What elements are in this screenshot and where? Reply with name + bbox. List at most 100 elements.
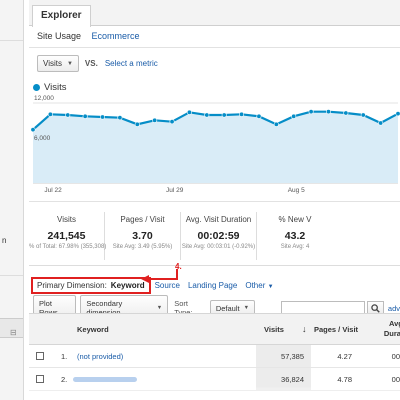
chart-point xyxy=(152,117,158,123)
sort-type-value: Default xyxy=(215,303,240,313)
table-header: Keyword Visits ↓ Pages / Visit Avg. Dura… xyxy=(29,313,400,345)
chart-x-tick-label: Aug 5 xyxy=(288,187,305,194)
row-visits: 36,824 xyxy=(281,375,304,384)
scorecard-subtext: Site Avg: 4 xyxy=(280,244,310,250)
metric-dropdown[interactable]: Visits ▼ xyxy=(37,55,79,72)
left-navigation-edge: n ⊟ xyxy=(0,0,24,400)
column-header-visits[interactable]: Visits xyxy=(264,325,284,334)
tab-bar: Explorer xyxy=(29,0,400,27)
chart-legend: Visits xyxy=(33,82,67,93)
redacted-keyword[interactable] xyxy=(73,377,137,382)
scorecard-pages-visit[interactable]: Pages / Visit 3.70 Site Avg: 3.49 (5.95%… xyxy=(105,212,181,260)
select-a-metric-link[interactable]: Select a metric xyxy=(105,59,158,68)
divider xyxy=(29,47,400,48)
chart-point xyxy=(134,121,140,127)
chart-point xyxy=(325,109,331,115)
chart-point xyxy=(117,115,123,121)
row-duration: 00 xyxy=(391,375,400,384)
metric-group-tabs: Site Usage Ecommerce xyxy=(37,31,148,41)
divider xyxy=(29,201,400,202)
search-icon xyxy=(371,303,380,313)
chart-point xyxy=(221,112,227,118)
subtab-site-usage[interactable]: Site Usage xyxy=(37,31,81,41)
visits-chart[interactable]: 12,000 6,000 Jul 22 Jul 29 Aug 5 xyxy=(29,95,400,200)
row-checkbox[interactable] xyxy=(36,352,44,360)
chevron-down-icon: ▼ xyxy=(243,305,250,311)
scorecard-subtext: Site Avg: 00:03:01 (-0.92%) xyxy=(181,244,256,250)
row-index: 2. xyxy=(61,375,68,384)
scorecard-label: Pages / Visit xyxy=(120,215,165,224)
scorecard-avg-visit-duration[interactable]: Avg. Visit Duration 00:02:59 Site Avg: 0… xyxy=(181,212,257,260)
scorecard-value: 00:02:59 xyxy=(197,230,240,242)
dimension-keyword[interactable]: Keyword xyxy=(111,281,145,290)
scorecard-visits[interactable]: Visits 241,545 % of Total: 67.98% (355,3… xyxy=(29,212,107,260)
chevron-down-icon: ▼ xyxy=(66,60,73,67)
chart-point xyxy=(291,113,297,119)
chart-point xyxy=(239,111,245,117)
chart-area-fill xyxy=(33,111,398,183)
dimension-other-label: Other xyxy=(245,281,266,290)
nav-divider xyxy=(0,40,23,41)
chart-point xyxy=(256,113,262,119)
row-pages-visit: 4.27 xyxy=(337,352,352,361)
row-checkbox[interactable] xyxy=(36,375,44,383)
scorecard-label: Avg. Visit Duration xyxy=(185,215,252,224)
sort-arrow-icon: ↓ xyxy=(302,324,307,334)
chart-point xyxy=(204,112,210,118)
scorecard-subtext: Site Avg: 3.49 (5.95%) xyxy=(112,244,173,250)
explorer-panel: Explorer Site Usage Ecommerce Visits ▼ V… xyxy=(29,0,400,400)
chart-point xyxy=(82,113,88,119)
chevron-down-icon: ▼ xyxy=(267,284,274,290)
scorecard-subtext: % of Total: 67.98% (355,308) xyxy=(29,244,107,250)
legend-series-label: Visits xyxy=(44,82,67,93)
primary-dimension-label: Primary Dimension: xyxy=(37,281,107,290)
primary-dimension-row: Primary Dimension: Keyword Source Landin… xyxy=(31,277,282,294)
data-table: Keyword Visits ↓ Pages / Visit Avg. Dura… xyxy=(29,313,400,391)
chart-point xyxy=(378,120,384,126)
scorecard-value: 43.2 xyxy=(284,230,306,242)
scorecard-value: 3.70 xyxy=(132,230,153,242)
chart-point xyxy=(47,111,53,117)
collapse-icon[interactable]: ⊟ xyxy=(10,328,17,337)
tab-explorer[interactable]: Explorer xyxy=(32,5,91,27)
chart-point xyxy=(65,112,71,118)
summary-scorecards: Visits 241,545 % of Total: 67.98% (355,3… xyxy=(29,212,400,262)
subtab-ecommerce[interactable]: Ecommerce xyxy=(92,31,140,41)
chart-point xyxy=(273,121,279,127)
vs-label: VS. xyxy=(84,59,98,68)
dimension-landing-page[interactable]: Landing Page xyxy=(188,281,237,290)
metric-selector-row: Visits ▼ VS. Select a metric xyxy=(37,55,158,72)
scorecard-new-visits[interactable]: % New V 43.2 Site Avg: 4 xyxy=(257,212,333,260)
chart-point xyxy=(30,127,36,133)
advanced-filter-link[interactable]: adv xyxy=(388,304,400,313)
chart-point xyxy=(395,111,400,117)
column-header-avg-duration[interactable]: Avg. Duratio xyxy=(377,319,400,339)
chart-point xyxy=(169,119,175,125)
chart-point xyxy=(360,112,366,118)
chart-point xyxy=(186,109,192,115)
chart-point xyxy=(308,109,314,115)
page-fade xyxy=(29,386,400,400)
row-keyword-link[interactable]: (not provided) xyxy=(77,352,123,361)
metric-dropdown-value: Visits xyxy=(43,59,62,68)
row-duration: 00 xyxy=(391,352,400,361)
scorecard-label: % New V xyxy=(278,215,312,224)
row-visits: 57,385 xyxy=(281,352,304,361)
chart-point xyxy=(100,114,106,120)
sidebar-partial-text: n xyxy=(2,236,7,245)
chevron-down-icon: ▼ xyxy=(156,305,163,311)
row-pages-visit: 4.78 xyxy=(337,375,352,384)
column-header-keyword[interactable]: Keyword xyxy=(77,325,109,334)
legend-dot-icon xyxy=(33,84,40,91)
dimension-source[interactable]: Source xyxy=(155,281,180,290)
dimension-other[interactable]: Other ▼ xyxy=(245,281,273,290)
table-row[interactable]: 1. (not provided) 57,385 4.27 00 xyxy=(29,345,400,368)
chart-point xyxy=(343,110,349,116)
nav-divider xyxy=(0,275,23,276)
divider xyxy=(29,265,400,266)
column-header-pages-visit[interactable]: Pages / Visit xyxy=(314,325,358,334)
scorecard-value: 241,545 xyxy=(47,230,86,242)
scorecard-label: Visits xyxy=(57,215,76,224)
chart-y-tick-label: 6,000 xyxy=(34,135,51,142)
annotation-highlight-box: Primary Dimension: Keyword xyxy=(31,277,151,294)
